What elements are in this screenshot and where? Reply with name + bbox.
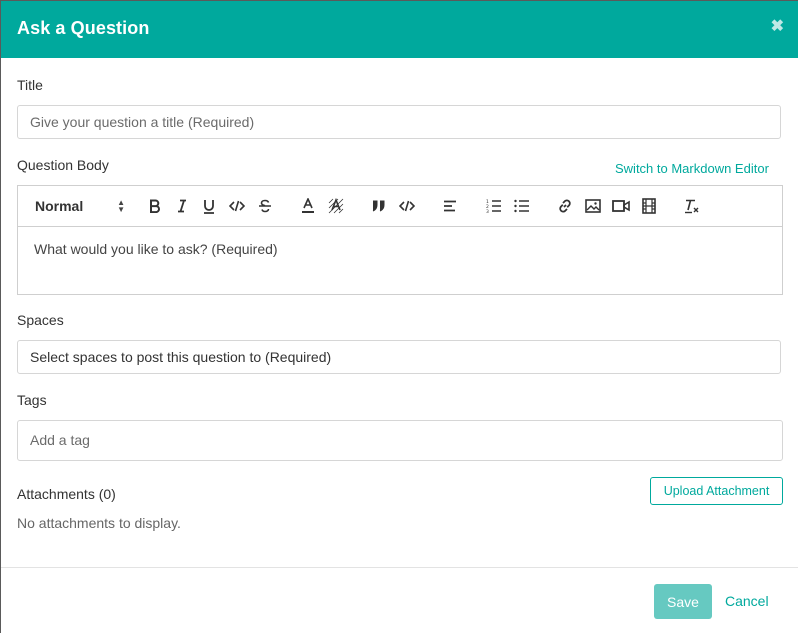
spaces-label: Spaces xyxy=(17,312,64,328)
select-arrows-icon: ▲ ▼ xyxy=(117,198,125,214)
align-icon[interactable] xyxy=(440,186,460,226)
underline-icon[interactable] xyxy=(199,186,219,226)
italic-icon[interactable] xyxy=(172,186,192,226)
blockquote-icon[interactable] xyxy=(369,186,389,226)
attachments-label: Attachments (0) xyxy=(17,486,116,502)
bullet-list-icon[interactable] xyxy=(512,186,532,226)
footer-divider xyxy=(1,567,798,568)
modal-title: Ask a Question xyxy=(17,18,150,38)
question-body-editor[interactable]: What would you like to ask? (Required) xyxy=(17,227,783,295)
tags-field[interactable] xyxy=(17,420,783,461)
title-label: Title xyxy=(17,77,43,93)
attachments-empty-text: No attachments to display. xyxy=(17,515,181,531)
spaces-select[interactable]: Select spaces to post this question to (… xyxy=(17,340,781,374)
code-icon[interactable] xyxy=(227,186,247,226)
switch-to-markdown-link[interactable]: Switch to Markdown Editor xyxy=(615,161,769,176)
image-icon[interactable] xyxy=(583,186,603,226)
ask-question-modal: Ask a Question ✖ Title Question Body Swi… xyxy=(1,1,798,633)
tags-label: Tags xyxy=(17,392,47,408)
bold-icon[interactable] xyxy=(145,186,165,226)
cancel-button[interactable]: Cancel xyxy=(725,593,769,609)
question-body-placeholder: What would you like to ask? (Required) xyxy=(34,241,278,257)
code-block-icon[interactable] xyxy=(397,186,417,226)
svg-text:3: 3 xyxy=(486,209,489,213)
close-icon[interactable]: ✖ xyxy=(771,19,784,35)
editor-toolbar: Normal ▲ ▼ 1 2 3 xyxy=(17,185,783,227)
film-icon[interactable] xyxy=(639,186,659,226)
link-icon[interactable] xyxy=(555,186,575,226)
save-button[interactable]: Save xyxy=(654,584,712,619)
strikethrough-icon[interactable] xyxy=(255,186,275,226)
modal-header: Ask a Question ✖ xyxy=(1,1,798,58)
title-input[interactable] xyxy=(17,105,781,139)
tags-input[interactable] xyxy=(28,431,732,449)
text-color-icon[interactable] xyxy=(298,186,318,226)
ordered-list-icon[interactable]: 123 xyxy=(484,186,504,226)
spaces-select-value: Select spaces to post this question to (… xyxy=(30,349,332,365)
format-select-value: Normal xyxy=(35,198,84,214)
background-color-icon[interactable] xyxy=(326,186,346,226)
question-body-label: Question Body xyxy=(17,157,109,173)
upload-attachment-button[interactable]: Upload Attachment xyxy=(650,477,783,505)
format-select[interactable]: Normal ▲ ▼ xyxy=(35,186,125,226)
video-icon[interactable] xyxy=(611,186,631,226)
clear-format-icon[interactable] xyxy=(682,186,702,226)
